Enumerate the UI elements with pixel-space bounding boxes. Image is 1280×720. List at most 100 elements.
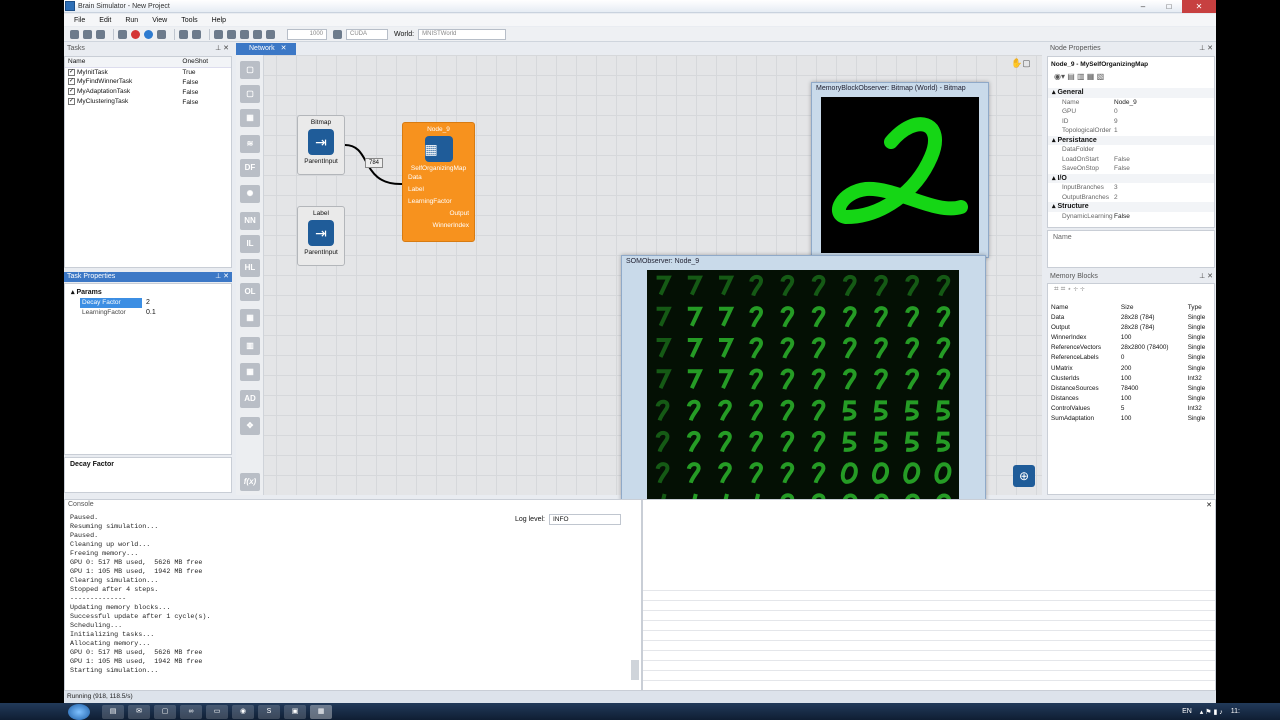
block-size: 28x2800 (78400)	[1120, 344, 1169, 352]
property-row[interactable]: LoadOnStart False	[1048, 155, 1214, 165]
prop-value[interactable]: 2	[1114, 193, 1118, 203]
category[interactable]: ▴ Structure	[1048, 202, 1214, 212]
log-level-select[interactable]: INFO	[549, 514, 621, 525]
block-size: 28x28 (784)	[1120, 313, 1155, 321]
table-row[interactable]: Distances 100 Single	[1048, 394, 1214, 404]
property-row[interactable]: TopologicalOrder 1	[1048, 126, 1214, 136]
table-row[interactable]: DistanceSources 78400 Single	[1048, 383, 1214, 393]
col-type[interactable]: Type	[1185, 302, 1214, 312]
category[interactable]: ▴ General	[1048, 88, 1214, 98]
input-port[interactable]: LearningFactor	[408, 196, 474, 208]
start-button[interactable]	[68, 703, 90, 720]
prop-key: DataFolder	[1062, 146, 1095, 153]
taskbar: ▤ ✉ ▢ ∞ ▭ ◉ S ▣ ▦ EN ▴ ⚑ ▮ ♪ 11:	[0, 703, 1280, 720]
category-label: Structure	[1057, 203, 1089, 210]
mail-icon[interactable]: ✉	[128, 704, 150, 719]
console-line: Paused.	[70, 532, 99, 540]
pin-icon[interactable]: ⊥ ✕	[1199, 44, 1213, 54]
table-row[interactable]: Output 28x28 (784) Single	[1048, 322, 1214, 332]
som-node[interactable]: Node_9 ▦ SelfOrganizingMap Data Label Le…	[402, 122, 475, 242]
property-row[interactable]: Name Node_9	[1048, 98, 1214, 108]
category[interactable]: ▴ Persistance	[1048, 135, 1214, 145]
property-row[interactable]: OutputBranches 2	[1048, 193, 1214, 203]
category-label: General	[1057, 89, 1084, 96]
bitmap-observer-window[interactable]: MemoryBlockObserver: Bitmap (World) - Bi…	[811, 82, 989, 258]
property-row[interactable]: GPU 0	[1048, 107, 1214, 117]
col-name[interactable]: Name	[1048, 302, 1118, 312]
document-icon[interactable]: ▢	[154, 704, 176, 719]
table-row[interactable]: UMatrix 200 Single	[1048, 363, 1214, 373]
close-icon[interactable]: ✕	[1206, 501, 1212, 509]
property-row[interactable]: DataFolder	[1048, 145, 1214, 155]
node-title: Node_9	[427, 126, 450, 133]
block-name: ReferenceVectors	[1051, 344, 1102, 352]
scrollbar[interactable]	[631, 660, 639, 680]
input-port[interactable]: Data	[408, 172, 474, 184]
explorer-icon[interactable]: ▤	[102, 704, 124, 719]
console-line: Clearing simulation...	[70, 577, 159, 585]
language-indicator[interactable]: EN	[1182, 708, 1192, 715]
prop-value[interactable]: 9	[1114, 117, 1118, 127]
block-type: Single	[1187, 344, 1206, 352]
tray-icon[interactable]: ▴ ⚑ ▮ ♪	[1200, 708, 1223, 716]
prop-key: ID	[1062, 117, 1069, 125]
prop-value[interactable]: False	[1114, 164, 1130, 174]
block-size: 5	[1120, 405, 1125, 413]
node-title: Bitmap	[310, 119, 332, 126]
prop-value[interactable]: False	[1114, 155, 1130, 165]
table-row[interactable]: Data 28x28 (784) Single	[1048, 312, 1214, 322]
property-row[interactable]: DynamicLearning False	[1048, 212, 1214, 222]
node-properties-panel: Node_9 - MySelfOrganizingMap ◉▾ ▤ ▥ ▦ ▧ …	[1047, 56, 1215, 228]
chrome-icon[interactable]: ◉	[232, 704, 254, 719]
view-icon[interactable]: ◉▾ ▤ ▥ ▦ ▧	[1054, 72, 1104, 81]
col-size[interactable]: Size	[1118, 302, 1185, 312]
prop-key: GPU	[1062, 108, 1077, 115]
bitmap-node[interactable]: Bitmap ⇥ ParentInput	[297, 115, 345, 175]
edge-label: 784	[365, 158, 383, 168]
table-row[interactable]: ReferenceVectors 28x2800 (78400) Single	[1048, 343, 1214, 353]
prop-value[interactable]: 0	[1114, 107, 1118, 117]
prop-key: LoadOnStart	[1062, 155, 1099, 163]
console-title: Console	[68, 501, 94, 508]
property-row[interactable]: SaveOnStop False	[1048, 164, 1214, 174]
table-row[interactable]: SumAdaptation 100 Single	[1048, 414, 1214, 424]
prop-value[interactable]: 1	[1114, 126, 1118, 136]
prop-value[interactable]: 3	[1114, 183, 1118, 193]
brain-simulator-icon[interactable]: ▦	[310, 704, 332, 719]
prop-value[interactable]: Node_9	[1114, 98, 1137, 108]
console-line: --------------	[70, 595, 127, 603]
console-line: GPU 0: 517 MB used, 5626 MB free	[70, 649, 203, 657]
console-line: Stopped after 4 steps.	[70, 586, 159, 594]
node-type: SelfOrganizingMap	[410, 165, 467, 172]
output-grid	[643, 590, 1215, 690]
block-name: SumAdaptation	[1051, 415, 1095, 423]
output-port[interactable]: WinnerIndex	[403, 220, 470, 232]
pin-icon[interactable]: ⊥ ✕	[1199, 272, 1213, 282]
description-title: Name	[1053, 234, 1072, 241]
observer-icon[interactable]: ⌗ ⌗ ⋆ ⊹ ⊹	[1054, 284, 1085, 293]
clock[interactable]: 11:	[1231, 708, 1240, 715]
category[interactable]: ▴ I/O	[1048, 173, 1214, 183]
property-row[interactable]: ID 9	[1048, 117, 1214, 127]
node-title: Label	[313, 210, 329, 217]
label-node[interactable]: Label ⇥ ParentInput	[297, 206, 345, 266]
output-port[interactable]: Output	[403, 208, 469, 220]
table-row[interactable]: WinnerIndex 100 Single	[1048, 332, 1214, 342]
visual-studio-icon[interactable]: ∞	[180, 704, 202, 719]
skype-icon[interactable]: S	[258, 704, 280, 719]
table-row[interactable]: ClusterIds 100 Int32	[1048, 373, 1214, 383]
node-port[interactable]: ParentInput	[298, 158, 344, 165]
prop-value[interactable]: False	[1114, 212, 1130, 222]
prop-key: OutputBranches	[1062, 193, 1109, 201]
status-bar: Running (918, 118.5/s)	[64, 691, 1216, 703]
block-name: ReferenceLabels	[1051, 354, 1099, 362]
terminal-icon[interactable]: ▣	[284, 704, 306, 719]
folder-icon[interactable]: ▭	[206, 704, 228, 719]
memory-blocks-panel: ⌗ ⌗ ⋆ ⊹ ⊹ Name Size Type Data 28x28 (784) Si…	[1047, 283, 1215, 495]
node-port[interactable]: ParentInput	[298, 249, 344, 256]
node-subtitle: Node_9 - MySelfOrganizingMap	[1051, 61, 1149, 68]
table-row[interactable]: ReferenceLabels 0 Single	[1048, 353, 1214, 363]
input-port[interactable]: Label	[408, 184, 474, 196]
property-row[interactable]: InputBranches 3	[1048, 183, 1214, 193]
table-row[interactable]: ControlValues 5 Int32	[1048, 404, 1214, 414]
